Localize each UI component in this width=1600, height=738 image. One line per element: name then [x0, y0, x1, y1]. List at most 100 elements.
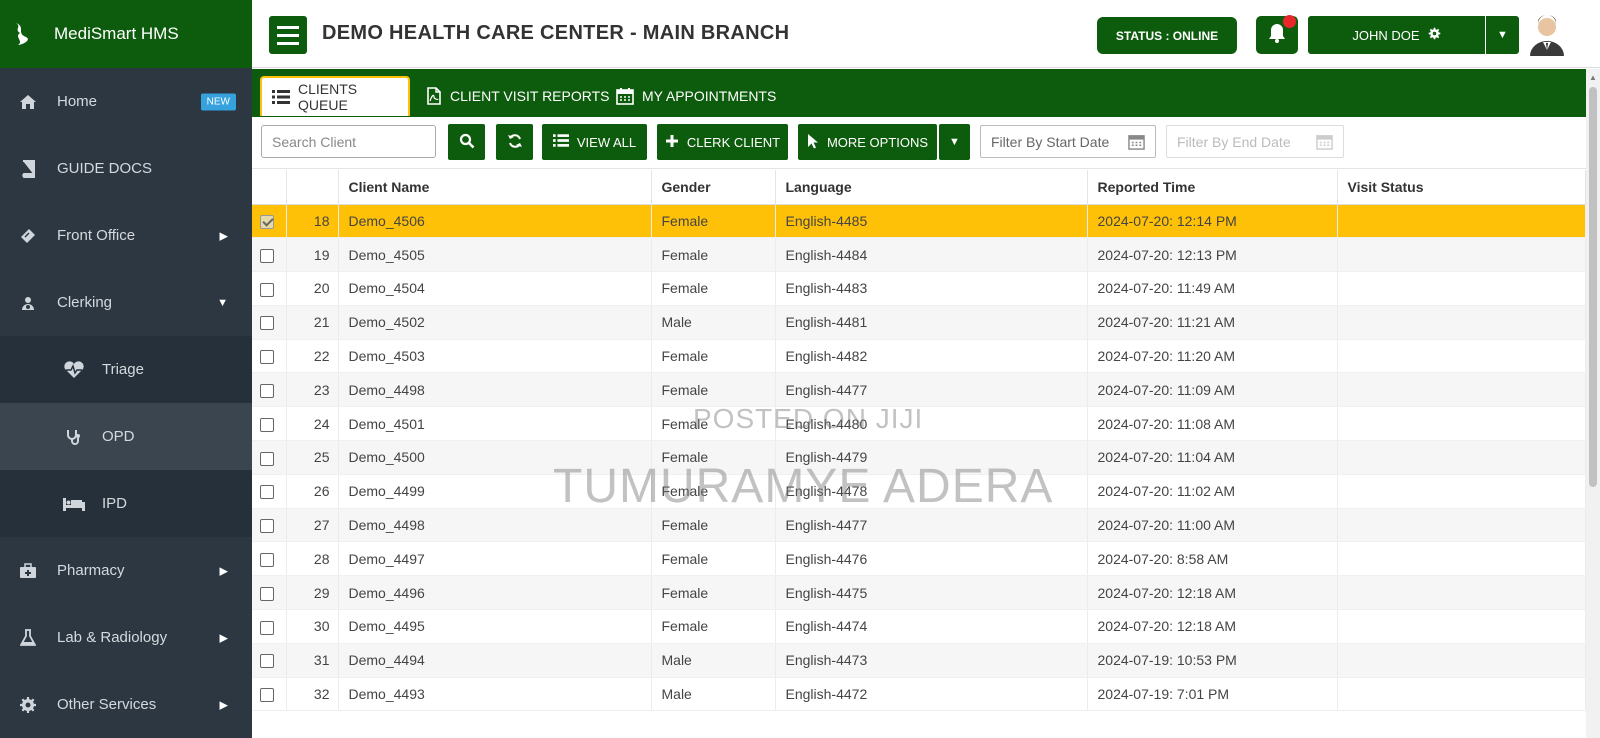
row-checkbox[interactable] — [260, 451, 274, 466]
cog-icon — [18, 695, 38, 715]
row-checkbox[interactable] — [260, 620, 274, 635]
sidebar-item-guide-docs[interactable]: GUIDE DOCS — [0, 135, 252, 202]
row-checkbox[interactable] — [260, 519, 274, 534]
row-checkbox[interactable] — [260, 688, 274, 703]
reported-time-cell: 2024-07-20: 11:49 AM — [1087, 271, 1338, 306]
notifications-button[interactable] — [1256, 15, 1298, 54]
sidebar-item-label: OPD — [102, 428, 135, 445]
reported-time-cell: 2024-07-20: 11:20 AM — [1087, 339, 1338, 374]
search-input[interactable] — [261, 125, 436, 158]
row-checkbox[interactable] — [260, 654, 274, 669]
brand[interactable]: MediSmart HMS — [0, 0, 252, 68]
language-cell: English-4476 — [775, 541, 1088, 577]
refresh-button[interactable] — [496, 124, 533, 160]
start-date-filter[interactable]: Filter By Start Date — [980, 125, 1156, 158]
sidebar-item-label: Triage — [102, 361, 144, 378]
row-select-cell — [252, 271, 287, 306]
visit-status-cell — [1337, 372, 1586, 408]
search-button[interactable] — [448, 124, 485, 160]
row-checkbox[interactable] — [260, 215, 274, 230]
app-window: MediSmart HMS Home NEW GUIDE DOCS Front … — [0, 0, 1600, 738]
avatar[interactable] — [1524, 12, 1570, 58]
scrollbar-thumb[interactable] — [1589, 87, 1597, 487]
table-row[interactable]: 28 Demo_4497 Female English-4476 2024-07-20:… — [252, 541, 1586, 577]
visit-status-cell — [1337, 237, 1586, 273]
tab-client-visit-reports[interactable]: CLIENT VISIT REPORTS — [416, 76, 620, 116]
row-checkbox[interactable] — [260, 350, 274, 365]
sidebar-item-label: Front Office — [57, 227, 136, 244]
gender-cell: Female — [651, 575, 776, 611]
top-header: DEMO HEALTH CARE CENTER - MAIN BRANCH ST… — [252, 0, 1600, 68]
row-checkbox[interactable] — [260, 553, 274, 568]
table-row[interactable]: 19 Demo_4505 Female English-4484 2024-07-20:… — [252, 237, 1586, 273]
table-row[interactable]: 32 Demo_4493 Male English-4472 2024-07-19: 7… — [252, 677, 1586, 712]
table-row[interactable]: 29 Demo_4496 Female English-4475 2024-07-20:… — [252, 575, 1586, 611]
tab-clients-queue[interactable]: CLIENTS QUEUE — [260, 76, 410, 116]
column-header-gender[interactable]: Gender — [651, 170, 776, 205]
column-header-language[interactable]: Language — [775, 170, 1088, 205]
sidebar-item-lab-radiology[interactable]: Lab & Radiology ▶ — [0, 604, 252, 671]
view-all-button[interactable]: VIEW ALL — [542, 124, 647, 160]
column-header-client-name[interactable]: Client Name — [338, 170, 652, 205]
sidebar-item-pharmacy[interactable]: Pharmacy ▶ — [0, 537, 252, 604]
client-name-cell: Demo_4498 — [338, 508, 652, 543]
row-number: 24 — [286, 406, 339, 442]
table-row[interactable]: 27 Demo_4498 Female English-4477 2024-07-20:… — [252, 508, 1586, 543]
chevron-down-icon: ▼ — [949, 136, 960, 148]
more-options-dropdown[interactable]: ▼ — [939, 124, 970, 160]
client-name-cell: Demo_4506 — [338, 204, 652, 239]
plus-icon — [665, 134, 679, 151]
row-checkbox[interactable] — [260, 384, 274, 399]
column-header-reported-time[interactable]: Reported Time — [1087, 170, 1338, 205]
sidebar-item-opd[interactable]: OPD — [0, 403, 252, 470]
book-icon — [18, 159, 38, 179]
row-checkbox[interactable] — [260, 586, 274, 601]
table-row[interactable]: 18 Demo_4506 Female English-4485 2024-07-20:… — [252, 204, 1586, 239]
gear-icon — [1428, 27, 1441, 43]
table-row[interactable]: 25 Demo_4500 Female English-4479 2024-07-20:… — [252, 440, 1586, 475]
vertical-scrollbar[interactable]: ▲ — [1586, 69, 1600, 738]
table-row[interactable]: 22 Demo_4503 Female English-4482 2024-07-20:… — [252, 339, 1586, 374]
sidebar-item-home[interactable]: Home NEW — [0, 68, 252, 135]
table-row[interactable]: 30 Demo_4495 Female English-4474 2024-07-20:… — [252, 609, 1586, 644]
table-row[interactable]: 20 Demo_4504 Female English-4483 2024-07-20:… — [252, 271, 1586, 306]
row-select-cell — [252, 508, 287, 543]
hamburger-menu-button[interactable] — [269, 16, 307, 54]
user-menu-button[interactable]: JOHN DOE — [1308, 16, 1485, 54]
table-row[interactable]: 31 Demo_4494 Male English-4473 2024-07-19: 1… — [252, 643, 1586, 678]
table-row[interactable]: 21 Demo_4502 Male English-4481 2024-07-20: 1… — [252, 305, 1586, 340]
sidebar-item-other-services[interactable]: Other Services ▶ — [0, 671, 252, 738]
clerk-client-button[interactable]: CLERK CLIENT — [657, 124, 788, 160]
sidebar-item-ipd[interactable]: IPD — [0, 470, 252, 537]
table-row[interactable]: 26 Demo_4499 Female English-4478 2024-07-20:… — [252, 474, 1586, 509]
row-checkbox[interactable] — [260, 282, 274, 297]
sidebar-item-triage[interactable]: Triage — [0, 336, 252, 403]
column-header-visit-status[interactable]: Visit Status — [1337, 170, 1586, 205]
table-row[interactable]: 24 Demo_4501 Female English-4480 2024-07-20:… — [252, 406, 1586, 442]
gender-cell: Female — [651, 474, 776, 509]
sidebar-item-label: Other Services — [57, 696, 157, 713]
more-options-button[interactable]: MORE OPTIONS — [798, 124, 937, 160]
row-checkbox[interactable] — [260, 417, 274, 432]
calendar-icon[interactable] — [1316, 133, 1333, 153]
row-select-cell — [252, 575, 287, 611]
row-checkbox[interactable] — [260, 316, 274, 331]
end-date-filter[interactable]: Filter By End Date — [1166, 125, 1344, 158]
sidebar-item-clerking[interactable]: Clerking ▼ — [0, 269, 252, 336]
row-checkbox[interactable] — [260, 485, 274, 500]
user-dropdown-toggle[interactable]: ▼ — [1486, 16, 1519, 54]
tab-my-appointments[interactable]: MY APPOINTMENTS — [606, 76, 786, 116]
language-cell: English-4478 — [775, 474, 1088, 509]
stethoscope-icon — [62, 427, 86, 447]
row-checkbox[interactable] — [260, 248, 274, 263]
calendar-icon[interactable] — [1128, 133, 1145, 153]
status-online-button[interactable]: STATUS : ONLINE — [1097, 17, 1237, 54]
tab-label: MY APPOINTMENTS — [642, 88, 777, 104]
reported-time-cell: 2024-07-20: 12:18 AM — [1087, 609, 1338, 644]
tab-bar: CLIENTS QUEUE CLIENT VISIT REPORTS MY AP… — [252, 69, 1586, 117]
scroll-up-arrow-icon[interactable]: ▲ — [1589, 73, 1597, 82]
client-name-cell: Demo_4503 — [338, 339, 652, 374]
sidebar-item-front-office[interactable]: Front Office ▶ — [0, 202, 252, 269]
table-row[interactable]: 23 Demo_4498 Female English-4477 2024-07-20:… — [252, 372, 1586, 408]
client-name-cell: Demo_4505 — [338, 237, 652, 273]
